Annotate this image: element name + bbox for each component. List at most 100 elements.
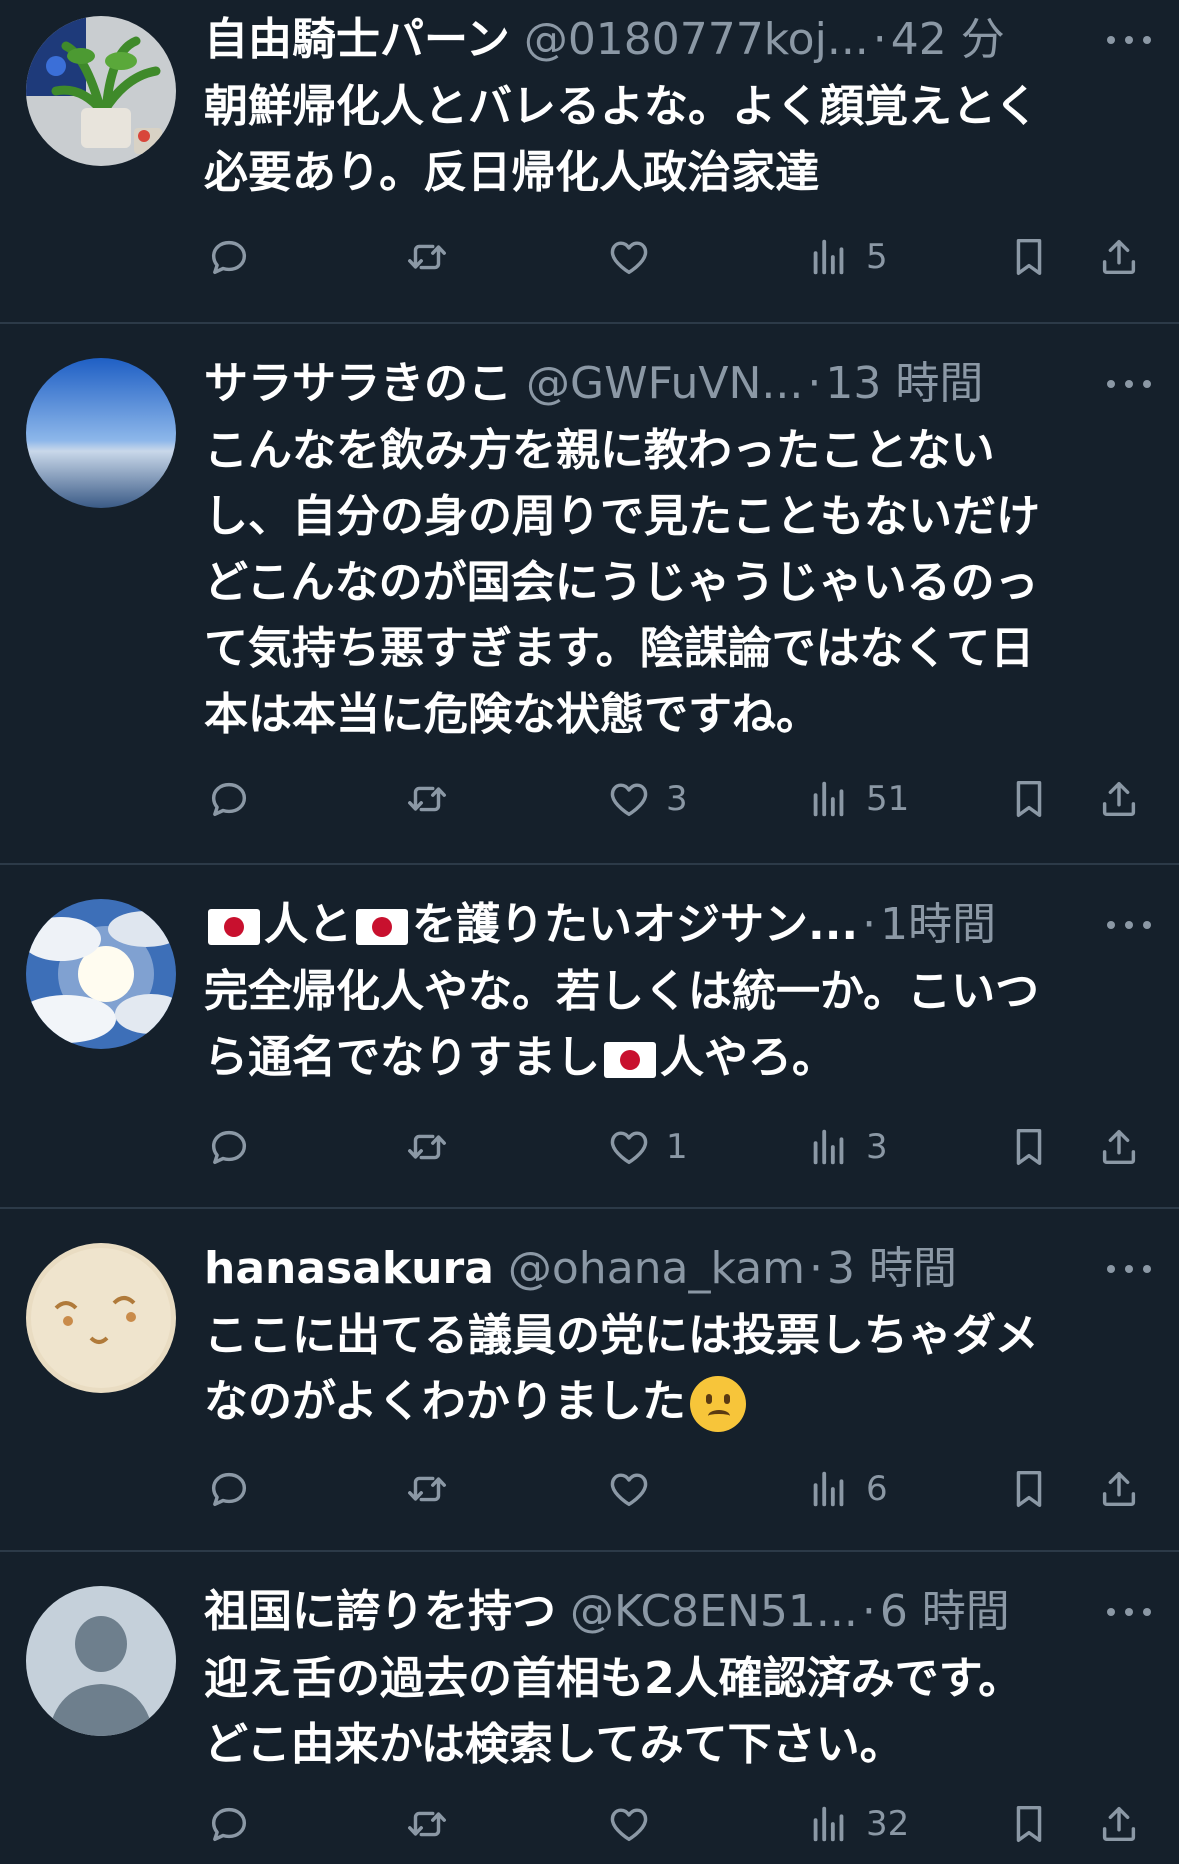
bookmark-button[interactable] bbox=[1006, 1454, 1052, 1524]
display-name[interactable]: サラサラきのこ bbox=[204, 354, 512, 414]
separator-dot: · bbox=[872, 14, 887, 65]
more-icon[interactable] bbox=[1101, 895, 1157, 955]
views-icon bbox=[806, 776, 852, 822]
reply-button[interactable] bbox=[206, 1112, 252, 1182]
timestamp[interactable]: 1時間 bbox=[880, 895, 996, 955]
like-count: 3 bbox=[666, 779, 688, 819]
tweet-text: ここに出てる議員の党には投票しちゃダメ なのがよくわかりました bbox=[204, 1303, 1124, 1435]
retweet-button[interactable] bbox=[404, 1112, 450, 1182]
views-button[interactable]: 6 bbox=[806, 1454, 888, 1524]
display-name[interactable]: 祖国に誇りを持つ bbox=[204, 1582, 556, 1642]
retweet-button[interactable] bbox=[404, 764, 450, 834]
more-icon[interactable] bbox=[1101, 354, 1157, 414]
tweet-text: 完全帰化人やな。若しくは統一か。こいつ ら通名でなりすまし 人やろ。 bbox=[204, 966, 1040, 1083]
views-icon bbox=[806, 1801, 852, 1847]
separator-dot: · bbox=[809, 1243, 824, 1294]
share-icon bbox=[1096, 234, 1142, 280]
share-button[interactable] bbox=[1096, 1454, 1142, 1524]
views-button[interactable]: 5 bbox=[806, 222, 888, 292]
retweet-button[interactable] bbox=[404, 1789, 450, 1859]
retweet-icon bbox=[404, 1466, 450, 1512]
share-button[interactable] bbox=[1096, 222, 1142, 292]
tweet-actions: 6 bbox=[0, 1454, 1179, 1524]
views-button[interactable]: 51 bbox=[806, 764, 909, 834]
slightly-frowning-face-emoji-icon bbox=[689, 1376, 746, 1432]
tweet-text: こんなを飲み方を親に教わったことない し、自分の身の周りで見たこともないだけ ど… bbox=[204, 425, 1040, 740]
timestamp[interactable]: 13 時間 bbox=[825, 354, 983, 414]
bookmark-icon bbox=[1006, 1124, 1052, 1170]
retweet-button[interactable] bbox=[404, 222, 450, 292]
tweet-card[interactable]: 人と を護りたいオジサン... · 1時間 完全帰化人やな。若しくは統一か。こいつ… bbox=[0, 865, 1179, 1207]
reply-icon bbox=[206, 1124, 252, 1170]
view-count: 32 bbox=[866, 1804, 910, 1844]
views-icon bbox=[806, 1466, 852, 1512]
retweet-icon bbox=[404, 1124, 450, 1170]
bookmark-button[interactable] bbox=[1006, 764, 1052, 834]
reply-icon bbox=[206, 1466, 252, 1512]
more-icon[interactable] bbox=[1101, 1239, 1157, 1299]
tweet-card[interactable]: 祖国に誇りを持つ @KC8EN51... · 6 時間 迎え舌の過去の首相も2人… bbox=[0, 1552, 1179, 1864]
user-handle[interactable]: @0180777koj... bbox=[524, 10, 869, 70]
like-button[interactable] bbox=[606, 1454, 666, 1524]
display-name[interactable]: 自由騎士パーン bbox=[204, 10, 510, 70]
reply-button[interactable] bbox=[206, 764, 252, 834]
bookmark-button[interactable] bbox=[1006, 222, 1052, 292]
like-icon bbox=[606, 234, 652, 280]
retweet-icon bbox=[404, 234, 450, 280]
like-icon bbox=[606, 1124, 652, 1170]
tweet-card[interactable]: hanasakura @ohana_kam · 3 時間 ここに出てる議員の党に… bbox=[0, 1209, 1179, 1550]
like-button[interactable] bbox=[606, 222, 666, 292]
bookmark-icon bbox=[1006, 234, 1052, 280]
like-button[interactable]: 3 bbox=[606, 764, 688, 834]
tweet-actions: 1 3 bbox=[0, 1112, 1179, 1182]
retweet-button[interactable] bbox=[404, 1454, 450, 1524]
tweet-actions: 5 bbox=[0, 222, 1179, 292]
views-icon bbox=[806, 234, 852, 280]
avatar[interactable] bbox=[26, 358, 176, 508]
share-icon bbox=[1096, 776, 1142, 822]
views-button[interactable]: 3 bbox=[806, 1112, 888, 1182]
bookmark-icon bbox=[1006, 776, 1052, 822]
japan-flag-icon bbox=[604, 1042, 656, 1078]
avatar[interactable] bbox=[26, 16, 176, 166]
avatar[interactable] bbox=[26, 899, 176, 1049]
timestamp[interactable]: 6 時間 bbox=[880, 1582, 1010, 1642]
share-button[interactable] bbox=[1096, 1112, 1142, 1182]
user-handle[interactable]: @ohana_kam bbox=[508, 1239, 805, 1299]
user-handle[interactable]: @GWFuVN... bbox=[526, 354, 803, 414]
more-icon[interactable] bbox=[1101, 10, 1157, 70]
japan-flag-icon bbox=[356, 909, 408, 945]
reply-icon bbox=[206, 776, 252, 822]
reply-button[interactable] bbox=[206, 1454, 252, 1524]
like-button[interactable]: 1 bbox=[606, 1112, 688, 1182]
japan-flag-icon bbox=[208, 909, 260, 945]
bookmark-button[interactable] bbox=[1006, 1789, 1052, 1859]
reply-button[interactable] bbox=[206, 222, 252, 292]
view-count: 3 bbox=[866, 1127, 888, 1167]
share-icon bbox=[1096, 1124, 1142, 1170]
share-button[interactable] bbox=[1096, 764, 1142, 834]
avatar[interactable] bbox=[26, 1586, 176, 1736]
timestamp[interactable]: 3 時間 bbox=[827, 1239, 957, 1299]
more-icon[interactable] bbox=[1101, 1582, 1157, 1642]
user-handle[interactable]: @KC8EN51... bbox=[570, 1582, 858, 1642]
bookmark-button[interactable] bbox=[1006, 1112, 1052, 1182]
share-button[interactable] bbox=[1096, 1789, 1142, 1859]
tweet-card[interactable]: サラサラきのこ @GWFuVN... · 13 時間 こんなを飲み方を親に教わっ… bbox=[0, 324, 1179, 863]
avatar[interactable] bbox=[26, 1243, 176, 1393]
retweet-icon bbox=[404, 1801, 450, 1847]
reply-icon bbox=[206, 234, 252, 280]
tweet-card[interactable]: 自由騎士パーン @0180777koj... · 42 分 朝鮮帰化人とバレるよ… bbox=[0, 0, 1179, 322]
timestamp[interactable]: 42 分 bbox=[891, 10, 1005, 70]
tweet-actions: 3 51 bbox=[0, 764, 1179, 834]
like-button[interactable] bbox=[606, 1789, 666, 1859]
share-icon bbox=[1096, 1801, 1142, 1847]
separator-dot: · bbox=[861, 1586, 876, 1637]
reply-button[interactable] bbox=[206, 1789, 252, 1859]
views-button[interactable]: 32 bbox=[806, 1789, 909, 1859]
display-name[interactable]: 人と を護りたいオジサン... bbox=[204, 895, 858, 955]
separator-dot: · bbox=[807, 358, 822, 409]
display-name[interactable]: hanasakura bbox=[204, 1239, 494, 1299]
bookmark-icon bbox=[1006, 1801, 1052, 1847]
separator-dot: · bbox=[862, 899, 877, 950]
